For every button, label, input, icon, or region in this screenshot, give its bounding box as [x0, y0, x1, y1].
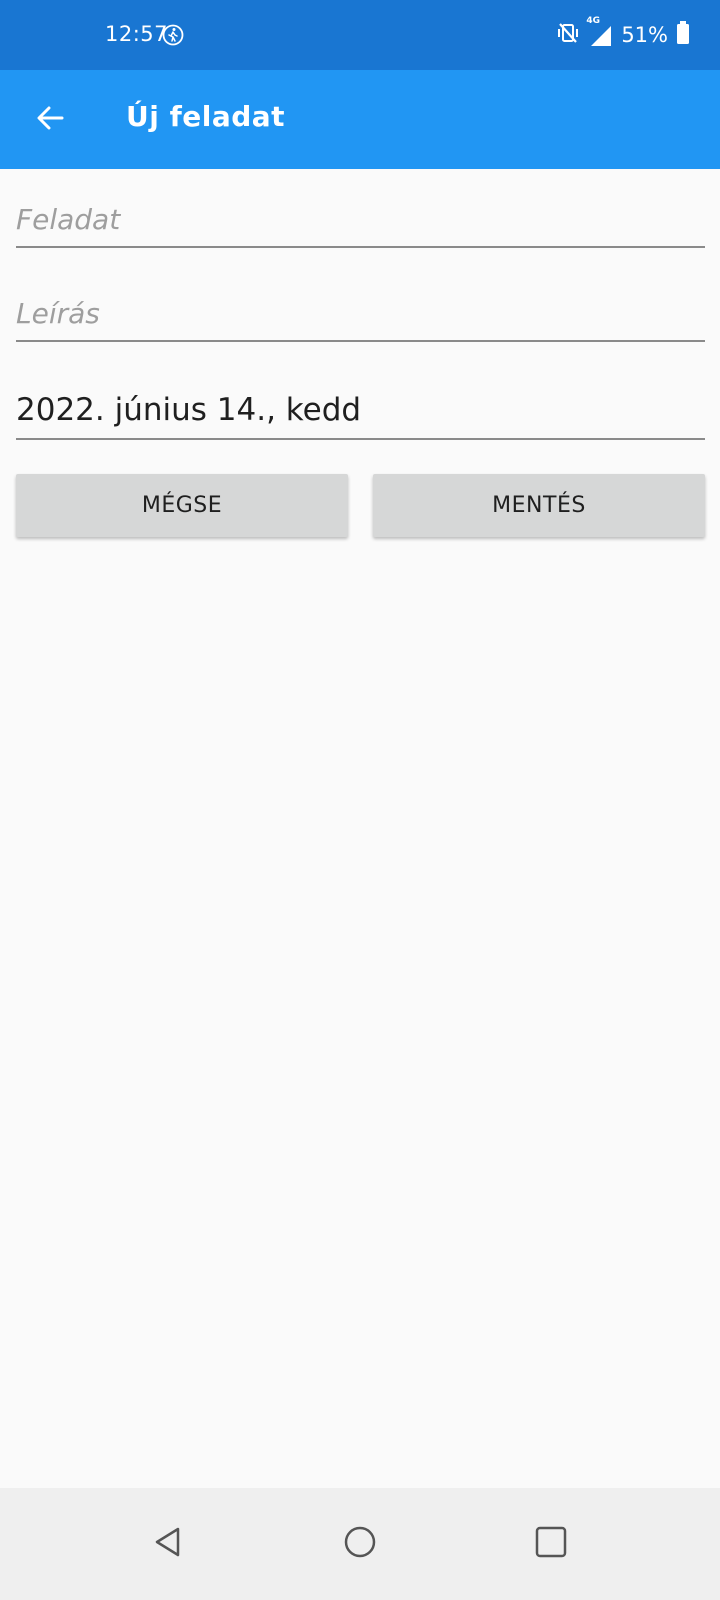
- nav-recents-button[interactable]: [525, 1518, 577, 1570]
- nav-home-button[interactable]: [334, 1518, 386, 1570]
- signal-icon: 4G: [586, 16, 613, 48]
- nav-back-icon: [151, 1525, 185, 1563]
- network-type-label: 4G: [586, 16, 600, 26]
- arrow-left-icon: [34, 102, 66, 138]
- status-bar: 12:57 4G 51%: [0, 0, 720, 70]
- back-button[interactable]: [22, 92, 78, 148]
- date-value: 2022. június 14., kedd: [16, 392, 362, 428]
- description-input[interactable]: [16, 290, 705, 336]
- nav-recents-icon: [534, 1525, 568, 1563]
- nav-back-button[interactable]: [142, 1518, 194, 1570]
- walking-icon: [162, 24, 184, 46]
- task-field: [16, 196, 705, 248]
- cancel-button[interactable]: MÉGSE: [16, 474, 348, 537]
- date-picker-field[interactable]: 2022. június 14., kedd: [16, 384, 705, 440]
- mute-vibrate-icon: [557, 22, 579, 48]
- save-button[interactable]: MENTÉS: [373, 474, 705, 537]
- system-nav-bar: [0, 1488, 720, 1600]
- battery-percent: 51%: [621, 23, 668, 47]
- status-icons: 4G 51%: [557, 16, 690, 50]
- app-bar: Új feladat: [0, 70, 720, 169]
- status-time: 12:57: [105, 22, 169, 46]
- task-input[interactable]: [16, 196, 705, 242]
- battery-icon: [676, 21, 690, 49]
- page-title: Új feladat: [126, 100, 286, 133]
- nav-home-icon: [343, 1525, 377, 1563]
- description-field: [16, 290, 705, 342]
